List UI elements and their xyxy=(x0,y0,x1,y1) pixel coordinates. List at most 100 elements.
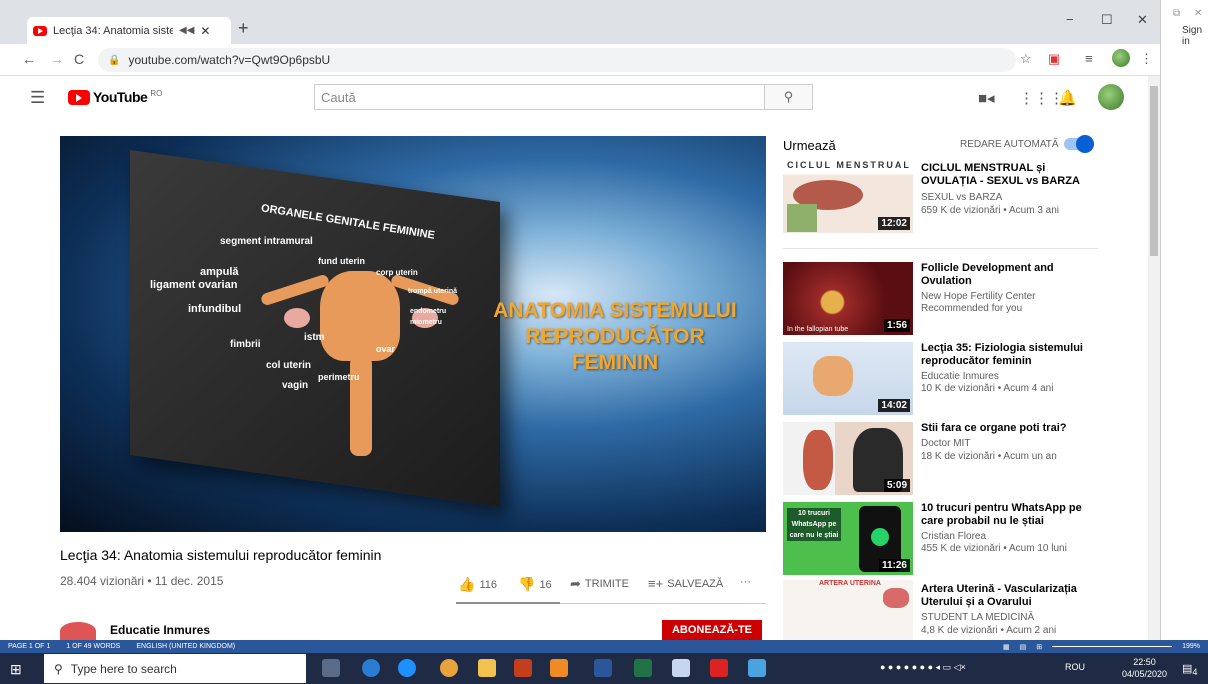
recommended-video[interactable]: In the fallopian tube 1:56 Follicle Deve… xyxy=(783,262,1143,340)
video-duration: 12:02 xyxy=(878,217,910,230)
print-layout-icon[interactable]: ▤ xyxy=(1020,643,1027,651)
thumbs-up-icon: 👍 xyxy=(458,576,476,592)
zoom-level[interactable]: 199% xyxy=(1182,643,1200,650)
video-title[interactable]: Artera Uterină - Vascularizația Uterului… xyxy=(921,583,1091,609)
omnibox[interactable]: 🔒 youtube.com/watch?v=Qwt9Op6psbU xyxy=(98,48,1016,72)
browser-tabstrip: Lecţia 34: Anatomia sistemul ◀◀ ✕ + − ☐ … xyxy=(0,0,1160,44)
video-thumbnail[interactable]: 5:09 xyxy=(783,422,913,495)
zoom-slider[interactable] xyxy=(1052,646,1173,647)
search-input[interactable]: Caută xyxy=(314,84,765,110)
video-title[interactable]: 10 trucuri pentru WhatsApp pe care proba… xyxy=(921,502,1091,528)
notification-count: 4 xyxy=(1192,667,1198,678)
video-channel: Cristian Florea xyxy=(921,531,987,542)
video-thumbnail[interactable]: ARTERA UTERINĂ xyxy=(783,580,913,640)
youtube-logo[interactable]: YouTube RO xyxy=(68,89,162,105)
acrobat-icon[interactable] xyxy=(710,659,728,677)
profile-avatar[interactable] xyxy=(1112,49,1130,67)
dislike-button[interactable]: 👎 16 xyxy=(518,576,552,593)
back-icon[interactable]: ← xyxy=(22,51,36,67)
windows-start-icon[interactable]: ⊞ xyxy=(10,661,22,678)
label-ovar: ovar xyxy=(376,344,396,354)
video-duration: 14:02 xyxy=(878,399,910,412)
video-channel: SEXUL vs BARZA xyxy=(921,192,1003,203)
recommended-video[interactable]: 14:02 Lecţia 35: Fiziologia sistemului r… xyxy=(783,342,1143,420)
web-layout-icon[interactable]: ⊞ xyxy=(1036,643,1042,651)
search-button[interactable]: ⚲ xyxy=(765,84,813,110)
lock-icon: 🔒 xyxy=(108,54,121,66)
word-count[interactable]: 1 OF 49 WORDS xyxy=(66,643,120,650)
logo-text: YouTube xyxy=(93,89,148,105)
taskbar-clock[interactable]: 22:50 04/05/2020 xyxy=(1122,656,1167,680)
recommended-video[interactable]: 10 trucuri WhatsApp pe care nu le știai … xyxy=(783,502,1143,580)
video-thumbnail[interactable]: 10 trucuri WhatsApp pe care nu le știai … xyxy=(783,502,913,575)
restore-icon[interactable]: ⧉ xyxy=(1173,8,1180,19)
excel-icon[interactable] xyxy=(634,659,652,677)
share-button[interactable]: ➦ TRIMITE xyxy=(570,576,629,592)
video-thumbnail[interactable]: In the fallopian tube 1:56 xyxy=(783,262,913,335)
create-video-icon[interactable]: ■◂ xyxy=(978,89,995,107)
recommended-video[interactable]: CICLUL MENSTRUAL 12:02 CICLUL MENSTRUAL … xyxy=(783,160,1143,238)
recommended-video[interactable]: 5:09 Stii fara ce organe poti trai? Doct… xyxy=(783,422,1143,500)
minimize-button[interactable]: − xyxy=(1066,12,1074,27)
extension-icon[interactable]: ▣ xyxy=(1048,51,1060,67)
more-actions-button[interactable]: ··· xyxy=(740,576,751,588)
vlc-icon[interactable] xyxy=(550,659,568,677)
sign-in-link[interactable]: Sign in xyxy=(1182,25,1208,47)
video-title[interactable]: CICLUL MENSTRUAL și OVULAȚIA - SEXUL vs … xyxy=(921,162,1091,188)
powerpoint-icon[interactable] xyxy=(514,659,532,677)
video-thumbnail[interactable]: CICLUL MENSTRUAL 12:02 xyxy=(783,160,913,233)
channel-avatar[interactable] xyxy=(60,622,96,640)
word-icon[interactable] xyxy=(594,659,612,677)
notification-center-icon[interactable]: ▤4 xyxy=(1182,662,1198,677)
subscribe-button[interactable]: ABONEAZĂ-TE xyxy=(662,620,762,640)
language-indicator[interactable]: ENGLISH (UNITED KINGDOM) xyxy=(136,643,235,650)
task-view-icon[interactable] xyxy=(322,659,340,677)
new-tab-button[interactable]: + xyxy=(238,18,249,39)
thumbnail-person xyxy=(787,204,817,232)
video-player[interactable]: ORGANELE GENITALE FEMININE segment intra… xyxy=(60,136,766,532)
account-avatar[interactable] xyxy=(1098,84,1124,110)
label-fimbrii: fimbrii xyxy=(230,339,261,350)
maximize-button[interactable]: ☐ xyxy=(1101,12,1113,28)
share-arrow-icon: ➦ xyxy=(570,576,581,591)
video-title[interactable]: Stii fara ce organe poti trai? xyxy=(921,422,1091,435)
close-icon[interactable]: ✕ xyxy=(1194,8,1202,19)
recommended-video[interactable]: ARTERA UTERINĂ Artera Uterină - Vascular… xyxy=(783,580,1143,640)
video-title[interactable]: Follicle Development and Ovulation xyxy=(921,262,1091,288)
tab-close-icon[interactable]: ✕ xyxy=(200,24,210,38)
snipping-tool-icon[interactable] xyxy=(672,659,690,677)
bell-icon[interactable]: 🔔 xyxy=(1058,89,1077,107)
reading-list-icon[interactable]: ≡ xyxy=(1085,51,1093,66)
video-title[interactable]: Lecţia 35: Fiziologia sistemului reprodu… xyxy=(921,342,1091,368)
chrome-icon[interactable] xyxy=(440,659,458,677)
video-thumbnail[interactable]: 14:02 xyxy=(783,342,913,415)
browser-menu-icon[interactable]: ⋮ xyxy=(1140,51,1153,67)
left-ovary xyxy=(284,308,310,328)
autoplay-toggle-knob[interactable] xyxy=(1076,135,1094,153)
save-button[interactable]: ≡+ SALVEAZĂ xyxy=(648,576,723,591)
internet-explorer-icon[interactable] xyxy=(398,659,416,677)
tab-audio-icon[interactable]: ◀◀ xyxy=(179,25,194,36)
video-meta: 455 K de vizionări • Acum 10 luni xyxy=(921,543,1067,554)
keyboard-language[interactable]: ROU xyxy=(1065,662,1085,672)
star-icon[interactable]: ☆ xyxy=(1020,51,1032,67)
system-tray-icons[interactable]: ● ● ● ● ● ● ● ◂ ▭ ◁× xyxy=(880,662,966,673)
hamburger-menu-icon[interactable]: ☰ xyxy=(30,88,45,108)
close-window-button[interactable]: ✕ xyxy=(1137,12,1148,28)
browser-tab[interactable]: Lecţia 34: Anatomia sistemul ◀◀ ✕ xyxy=(27,17,231,44)
edge-icon[interactable] xyxy=(362,659,380,677)
save-label: SALVEAZĂ xyxy=(667,577,724,590)
like-button[interactable]: 👍 116 xyxy=(458,576,497,593)
scrollbar-thumb[interactable] xyxy=(1150,86,1158,256)
reload-icon[interactable]: C xyxy=(74,51,84,67)
video-channel: Doctor MIT xyxy=(921,438,971,449)
photos-icon[interactable] xyxy=(748,659,766,677)
file-explorer-icon[interactable] xyxy=(478,659,496,677)
label-ampula: ampulă xyxy=(200,266,239,278)
forward-icon[interactable]: → xyxy=(50,51,64,67)
video-duration: 11:26 xyxy=(878,559,910,572)
page-count[interactable]: PAGE 1 OF 1 xyxy=(8,643,50,650)
taskbar-search-input[interactable]: ⚲ Type here to search xyxy=(44,654,306,683)
read-mode-icon[interactable]: ▦ xyxy=(1003,643,1010,651)
channel-name[interactable]: Educatie Inmures xyxy=(110,623,210,637)
